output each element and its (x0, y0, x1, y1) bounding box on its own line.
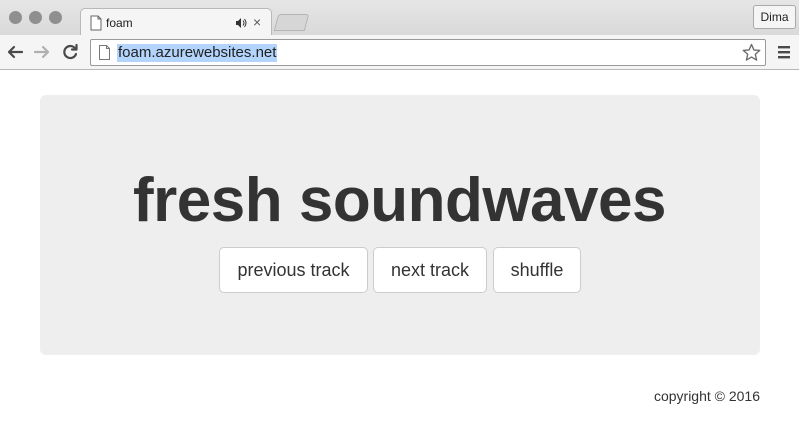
previous-track-button[interactable]: previous track (219, 247, 368, 293)
maximize-window-button[interactable] (49, 11, 62, 24)
star-icon[interactable] (742, 43, 761, 62)
document-icon (99, 45, 110, 60)
speaker-icon[interactable] (235, 17, 247, 29)
shuffle-button[interactable]: shuffle (493, 247, 581, 293)
new-tab-button[interactable] (273, 14, 310, 31)
arrow-right-icon[interactable] (33, 43, 51, 61)
tab-close-icon[interactable]: × (253, 14, 261, 30)
document-icon (90, 15, 102, 31)
arrow-left-icon[interactable] (6, 43, 24, 61)
reload-icon[interactable] (61, 43, 79, 61)
profile-button[interactable]: Dima (753, 5, 796, 29)
minimize-window-button[interactable] (29, 11, 42, 24)
hamburger-icon[interactable] (776, 44, 792, 60)
tab-title: foam (106, 16, 133, 30)
next-track-button[interactable]: next track (373, 247, 487, 293)
page-title: fresh soundwaves (133, 166, 666, 235)
close-window-button[interactable] (9, 11, 22, 24)
url-text[interactable]: foam.azurewebsites.net (117, 44, 278, 62)
tab-strip: foam × Dima (0, 0, 799, 36)
browser-tab[interactable]: foam × (80, 8, 272, 36)
address-bar[interactable]: foam.azurewebsites.net (90, 39, 766, 66)
copyright-footer: copyright © 2016 (653, 388, 760, 404)
browser-toolbar: foam.azurewebsites.net (0, 35, 799, 70)
